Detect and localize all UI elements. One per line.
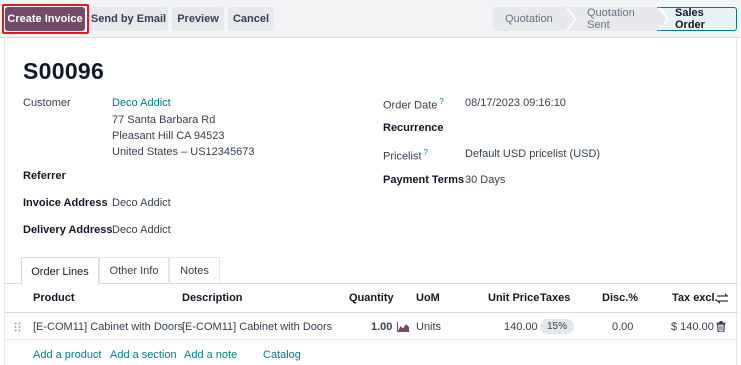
record-title: S00096: [23, 58, 105, 84]
col-product[interactable]: Product: [33, 292, 75, 304]
help-icon[interactable]: ?: [439, 97, 443, 106]
stage-label: Quotation Sent: [587, 7, 635, 31]
col-tax-excl[interactable]: Tax excl.: [672, 292, 718, 304]
tab-order-lines[interactable]: Order Lines: [21, 257, 99, 285]
cancel-button[interactable]: Cancel: [228, 7, 274, 31]
customer-address-line: Pleasant Hill CA 94523: [112, 130, 225, 142]
customer-field[interactable]: Deco Addict: [112, 97, 171, 109]
forecast-chart-icon[interactable]: [397, 322, 410, 332]
col-uom[interactable]: UoM: [416, 292, 440, 304]
stage-quotation-sent[interactable]: Quotation Sent: [565, 7, 669, 31]
customer-address-line: 77 Santa Barbara Rd: [112, 114, 216, 126]
stage-quotation[interactable]: Quotation: [493, 7, 577, 31]
referrer-label: Referrer: [23, 170, 66, 182]
payment-terms-label: Payment Terms: [383, 174, 465, 186]
table-actions: Add a product Add a section Add a note C…: [5, 340, 738, 365]
notebook-tabs: Order Lines Other Info Notes: [5, 257, 738, 285]
col-unit-price[interactable]: Unit Price: [488, 292, 539, 304]
order-date-label: Order Date?: [383, 97, 444, 112]
cell-description[interactable]: [E-COM11] Cabinet with Doors: [182, 321, 332, 333]
status-bar: Quotation Quotation Sent Sales Order: [493, 7, 737, 31]
preview-button[interactable]: Preview: [172, 7, 224, 31]
recurrence-label: Recurrence: [383, 122, 444, 134]
col-description[interactable]: Description: [182, 292, 243, 304]
tax-badge[interactable]: 15%: [540, 319, 575, 334]
customer-address-line: United States – US12345673: [112, 146, 255, 158]
drag-handle-icon[interactable]: [14, 322, 21, 332]
pricelist-field[interactable]: Default USD pricelist (USD): [465, 148, 600, 160]
create-invoice-button[interactable]: Create Invoice: [5, 7, 85, 31]
trash-icon[interactable]: [716, 321, 726, 332]
payment-terms-field[interactable]: 30 Days: [465, 174, 505, 186]
tab-notes[interactable]: Notes: [169, 257, 220, 284]
col-quantity[interactable]: Quantity: [349, 292, 394, 304]
optional-columns-icon[interactable]: [716, 293, 729, 304]
help-icon[interactable]: ?: [424, 148, 428, 157]
add-note-link[interactable]: Add a note: [184, 349, 237, 361]
send-by-email-button[interactable]: Send by Email: [89, 7, 168, 31]
cell-uom[interactable]: Units: [416, 321, 441, 333]
add-section-link[interactable]: Add a section: [110, 349, 177, 361]
pricelist-label: Pricelist?: [383, 148, 428, 163]
add-product-link[interactable]: Add a product: [33, 349, 102, 361]
table-header: Product Description Quantity UoM Unit Pr…: [5, 284, 738, 313]
stage-sales-order[interactable]: Sales Order: [657, 7, 737, 31]
cell-quantity[interactable]: 1.00: [371, 321, 392, 333]
catalog-link[interactable]: Catalog: [263, 349, 301, 361]
stage-label: Quotation: [505, 13, 553, 25]
delivery-address-label: Delivery Address: [23, 224, 113, 236]
control-panel: Create Invoice Send by Email Preview Can…: [0, 0, 741, 38]
invoice-address-label: Invoice Address: [23, 197, 108, 209]
col-taxes[interactable]: Taxes: [540, 292, 570, 304]
delivery-address-field[interactable]: Deco Addict: [112, 224, 171, 236]
col-discount[interactable]: Disc.%: [602, 292, 638, 304]
tab-other-info[interactable]: Other Info: [99, 257, 169, 284]
table-row[interactable]: [E-COM11] Cabinet with Doors [E-COM11] C…: [5, 313, 738, 340]
stage-label: Sales Order: [675, 7, 705, 31]
cell-tax-excl: $ 140.00: [671, 321, 714, 333]
order-date-field[interactable]: 08/17/2023 09:16:10: [465, 97, 566, 109]
cell-product[interactable]: [E-COM11] Cabinet with Doors: [33, 321, 183, 333]
customer-label: Customer: [23, 97, 71, 109]
invoice-address-field[interactable]: Deco Addict: [112, 197, 171, 209]
cell-unit-price[interactable]: 140.00: [504, 321, 538, 333]
cell-discount[interactable]: 0.00: [612, 321, 633, 333]
form-sheet: S00096 Customer Deco Addict 77 Santa Bar…: [4, 38, 738, 365]
